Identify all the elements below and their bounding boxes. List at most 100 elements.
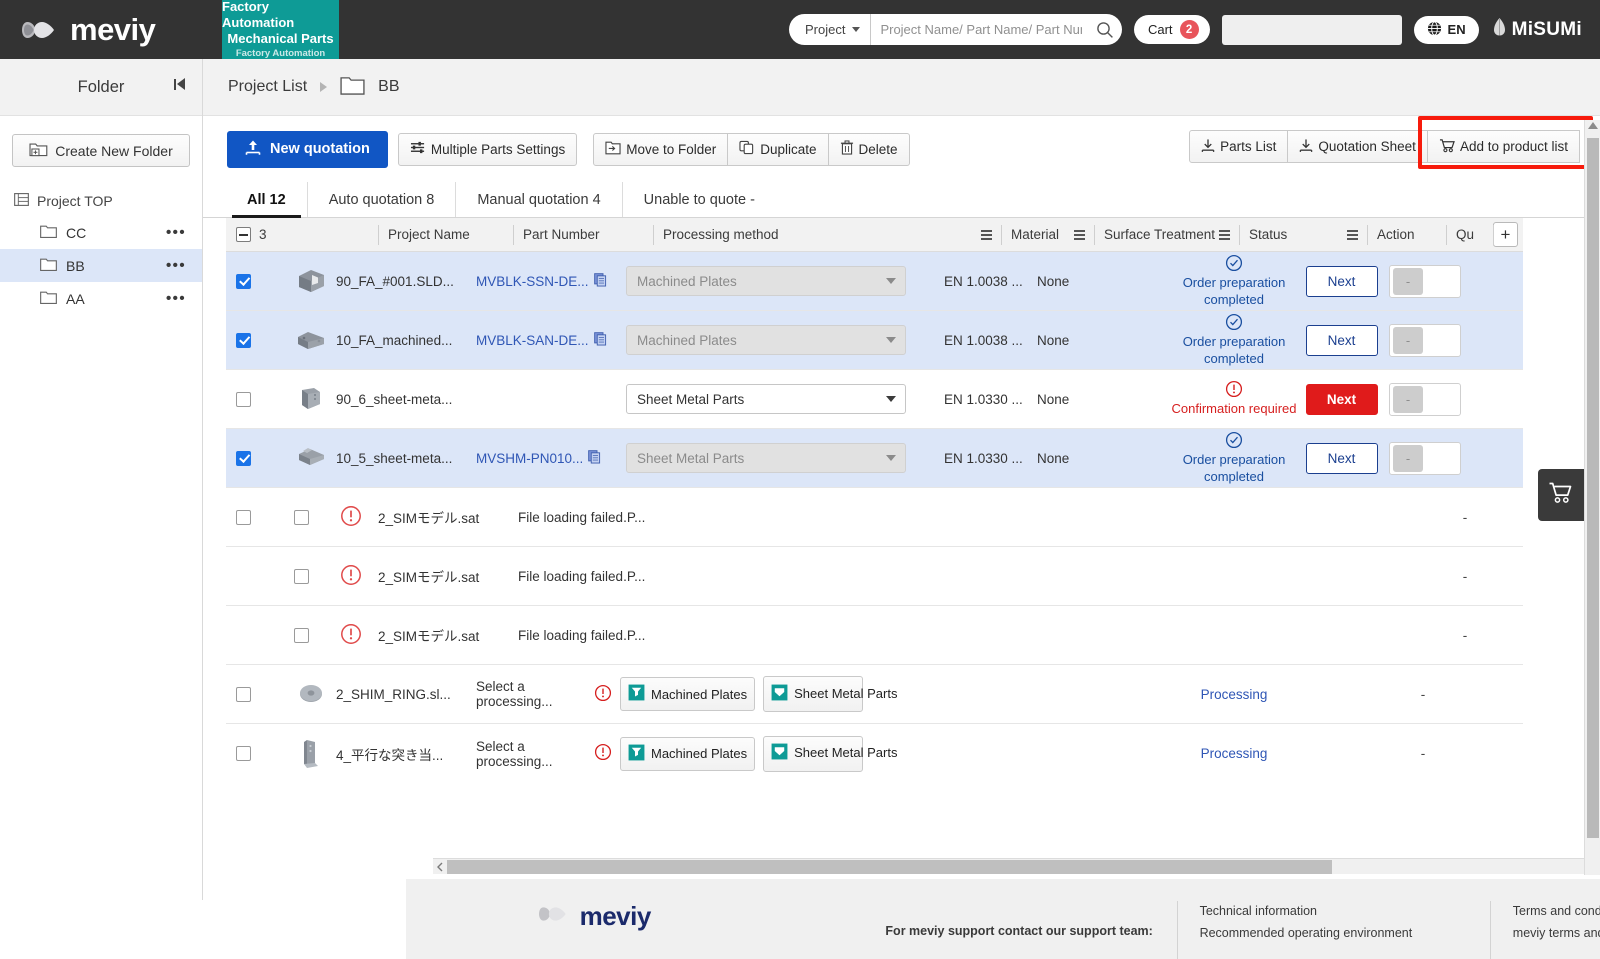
row-checkbox[interactable] [236,450,251,466]
meviy-logo[interactable]: meviy [22,0,202,59]
table-row[interactable]: 2_SIMモデル.sat File loading failed.P... - [226,606,1523,665]
scroll-up-arrow-icon[interactable] [1588,122,1598,129]
part-number-link[interactable]: MVBLK-SAN-DE... [476,333,589,348]
select-all-checkbox[interactable] [236,227,251,242]
new-quotation-button[interactable]: New quotation [227,130,388,168]
move-to-folder-button[interactable]: Move to Folder [593,132,729,166]
copy-icon[interactable] [593,331,607,349]
column-filter-icon[interactable] [1347,229,1358,240]
tree-root-project-top[interactable]: Project TOP [0,186,202,216]
processing-method-select[interactable]: Machined Plates [626,266,906,296]
tab-all[interactable]: All 12 [226,182,307,218]
quantity-decrement-button[interactable]: - [1393,326,1423,354]
tab-unable-to-quote[interactable]: Unable to quote - [621,182,776,217]
table-horizontal-scrollbar[interactable] [433,858,1600,874]
table-row[interactable]: 10_FA_machined... MVBLK-SAN-DE... Machin… [226,311,1523,370]
row-secondary-checkbox[interactable] [294,509,309,525]
processing-choice-sheet-metal-parts[interactable]: Sheet Metal Parts [763,676,897,712]
row-secondary-checkbox[interactable] [294,568,309,584]
table-row[interactable]: 10_5_sheet-meta... MVSHM-PN010... Sheet … [226,429,1523,488]
delete-button[interactable]: Delete [828,132,910,166]
row-checkbox[interactable] [236,273,251,289]
footer-meviy-logo[interactable]: meviy [486,901,703,932]
sidebar-folder-aa[interactable]: AA ••• [0,282,202,315]
processing-choice-machined-plates[interactable]: Machined Plates [620,736,756,771]
processing-choice-machined-plates[interactable]: Machined Plates [620,677,756,711]
tab-manual-quotation[interactable]: Manual quotation 4 [455,182,621,217]
table-row[interactable]: 4_平行な突き当... Select a processing... Machi… [226,724,1523,783]
quantity-stepper[interactable]: - [1389,323,1461,357]
row-checkbox[interactable] [236,746,251,761]
collapse-sidebar-icon[interactable] [174,78,185,90]
th-project-name[interactable]: Project Name [378,218,513,252]
next-button[interactable]: Next [1305,383,1378,415]
row-checkbox[interactable] [236,686,251,702]
quantity-decrement-button[interactable]: - [1393,385,1423,413]
quantity-stepper[interactable]: - [1389,382,1461,416]
table-row[interactable]: 2_SIMモデル.sat File loading failed.P... - [226,547,1523,606]
sidebar-folder-bb[interactable]: BB ••• [0,249,202,282]
page-vertical-scrollbar[interactable] [1584,120,1600,875]
blank-header-field[interactable] [1221,14,1402,45]
multiple-parts-settings-button[interactable]: Multiple Parts Settings [397,132,578,166]
th-part-number[interactable]: Part Number [513,218,653,252]
th-processing-method[interactable]: Processing method [653,218,1001,252]
quantity-stepper[interactable]: - [1389,264,1461,298]
misumi-logo[interactable]: MiSUMi [1491,17,1582,43]
search-icon[interactable] [1088,14,1122,45]
vertical-scroll-thumb[interactable] [1587,138,1599,838]
row-checkbox[interactable] [236,509,251,525]
search-scope-select[interactable]: Project [789,14,872,45]
th-add-column[interactable]: + [1493,218,1523,252]
floating-cart-button[interactable] [1538,469,1584,521]
breadcrumb-project-list[interactable]: Project List [228,78,307,96]
th-status[interactable]: Status [1239,218,1367,252]
add-column-button[interactable]: + [1493,222,1518,247]
processing-method-select[interactable]: Sheet Metal Parts [626,443,906,473]
create-new-folder-button[interactable]: Create New Folder [12,134,190,167]
folder-more-menu-icon[interactable]: ••• [166,225,186,240]
parts-list-button[interactable]: Parts List [1189,130,1289,163]
category-badge[interactable]: Factory Automation Mechanical Parts Fact… [222,0,339,59]
quotation-sheet-button[interactable]: Quotation Sheet [1288,130,1428,163]
row-checkbox[interactable] [236,391,251,407]
th-surface-treatment[interactable]: Surface Treatment [1094,218,1239,252]
horizontal-scroll-thumb[interactable] [447,859,1332,874]
tab-auto-quotation[interactable]: Auto quotation 8 [306,182,456,217]
copy-icon[interactable] [593,272,607,290]
next-button[interactable]: Next [1305,442,1378,474]
copy-icon[interactable] [588,449,601,467]
next-button[interactable]: Next [1305,265,1378,297]
row-secondary-checkbox[interactable] [294,627,309,643]
row-checkbox[interactable] [236,332,251,348]
footer-link-technical-information[interactable]: Technical information [1200,901,1490,923]
language-selector[interactable]: EN [1413,15,1479,44]
table-row[interactable]: 90_6_sheet-meta... Sheet Metal Parts EN … [226,370,1523,429]
scroll-left-arrow-icon[interactable] [433,862,447,872]
table-row[interactable]: 2_SHIM_RING.sl... Select a processing...… [226,665,1523,724]
cart-button[interactable]: Cart 2 [1133,15,1210,44]
footer-link-meviy-terms[interactable]: meviy terms and conditions [1513,923,1600,945]
processing-method-select[interactable]: Machined Plates [626,325,906,355]
next-button[interactable]: Next [1305,324,1378,356]
search-input[interactable] [871,14,1088,45]
part-number-link[interactable]: MVSHM-PN010... [476,451,583,466]
processing-method-select[interactable]: Sheet Metal Parts [626,384,906,414]
table-row[interactable]: 2_SIMモデル.sat File loading failed.P... - [226,488,1523,547]
part-number-link[interactable]: MVBLK-SSN-DE... [476,274,589,289]
footer-link-terms-and-conditions[interactable]: Terms and conditions [1513,901,1600,923]
add-to-product-list-button[interactable]: Add to product list [1427,130,1580,163]
folder-more-menu-icon[interactable]: ••• [166,258,186,273]
quantity-stepper[interactable]: - [1389,441,1461,475]
column-filter-icon[interactable] [981,229,992,240]
footer-link-recommended-environment[interactable]: Recommended operating environment [1200,923,1490,945]
table-row[interactable]: 90_FA_#001.SLD... MVBLK-SSN-DE... Machin… [226,252,1523,311]
sidebar-folder-cc[interactable]: CC ••• [0,216,202,249]
duplicate-button[interactable]: Duplicate [728,132,829,166]
folder-more-menu-icon[interactable]: ••• [166,291,186,306]
quantity-decrement-button[interactable]: - [1393,444,1423,472]
processing-choice-sheet-metal-parts[interactable]: Sheet Metal Parts [763,735,897,772]
quantity-decrement-button[interactable]: - [1393,267,1423,295]
column-filter-icon[interactable] [1074,229,1085,240]
th-material[interactable]: Material [1001,218,1094,252]
